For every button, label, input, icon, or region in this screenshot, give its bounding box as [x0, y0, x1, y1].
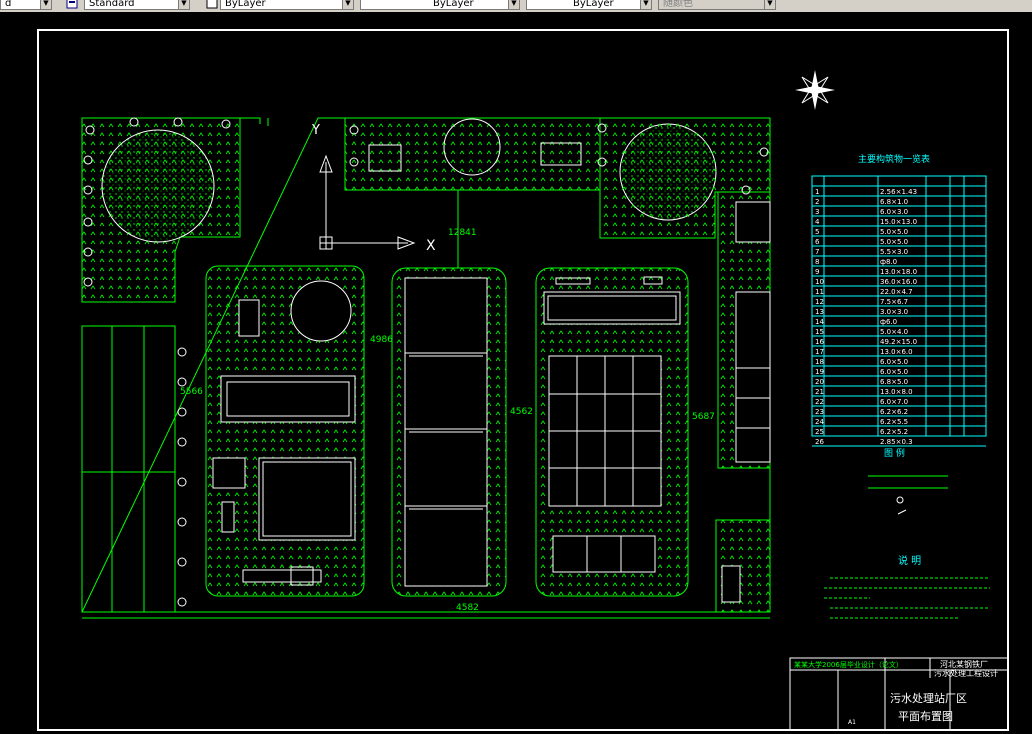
table-cell-size: 13.0×18.0	[880, 268, 917, 276]
table-cell-size: 5.0×4.0	[880, 328, 908, 336]
table-cell-no: 1	[815, 188, 819, 196]
site-plan	[81, 117, 771, 619]
table-cell-size: 6.2×6.2	[880, 408, 908, 416]
north-arrow-icon	[795, 70, 835, 110]
table-cell-size: 2.85×0.3	[880, 438, 913, 446]
table-cell-size: ф8.0	[880, 258, 897, 266]
table-cell-no: 12	[815, 298, 824, 306]
legend-title: 图 例	[884, 447, 905, 459]
table-cell-no: 26	[815, 438, 824, 446]
table-cell-no: 2	[815, 198, 819, 206]
table-cell-size: ф6.0	[880, 318, 897, 326]
dimension-label: 4986	[370, 335, 393, 345]
toolbar-field[interactable]: d ▼	[0, 0, 52, 10]
drawing-title1: 污水处理站厂区	[890, 691, 967, 705]
title-block: 某某大学2006届毕业设计（论文） 河北某钢铁厂 污水处理工程设计 污水处理站厂…	[789, 657, 1009, 731]
table-cell-size: 3.0×3.0	[880, 308, 908, 316]
table-cell-size: 6.8×5.0	[880, 378, 908, 386]
chevron-down-icon[interactable]: ▼	[178, 0, 189, 9]
table-cell-no: 7	[815, 248, 819, 256]
plot-style-select[interactable]: 随颜色 ▼	[658, 0, 776, 10]
plot-style-value: 随颜色	[663, 0, 693, 9]
table-cell-no: 14	[815, 318, 824, 326]
project-line2: 污水处理工程设计	[934, 668, 998, 678]
color-select-value: ByLayer	[225, 0, 266, 9]
text-style-value: Standard	[89, 0, 135, 9]
table-cell-no: 21	[815, 388, 824, 396]
chevron-down-icon[interactable]: ▼	[342, 0, 353, 9]
table-title: 主要构筑物一览表	[858, 153, 930, 165]
table-cell-size: 5.0×5.0	[880, 238, 908, 246]
table-cell-no: 9	[815, 268, 819, 276]
table-cell-size: 6.2×5.2	[880, 428, 908, 436]
notes: 说 明	[824, 554, 990, 619]
table-cell-no: 5	[815, 228, 819, 236]
table-cell-size: 6.0×7.0	[880, 398, 908, 406]
color-select[interactable]: ByLayer ▼	[220, 0, 354, 10]
table-cell-no: 11	[815, 288, 824, 296]
table-cell-no: 17	[815, 348, 824, 356]
table-cell-no: 23	[815, 408, 824, 416]
structures-table: 主要构筑物一览表 1 2.56×1.43 2 6.8×1.0 3 6.0×3.0 4 15.0…	[811, 153, 987, 447]
text-style-select[interactable]: Standard ▼	[84, 0, 190, 10]
table-cell-no: 3	[815, 208, 819, 216]
y-axis-label: Y	[311, 123, 320, 138]
table-cell-no: 24	[815, 418, 824, 426]
dimension-label: 5566	[180, 387, 203, 397]
table-cell-no: 4	[815, 218, 820, 226]
table-cell-size: 7.5×6.7	[880, 298, 908, 306]
table-cell-no: 20	[815, 378, 824, 386]
chevron-down-icon[interactable]: ▼	[764, 0, 775, 9]
table-cell-no: 13	[815, 308, 824, 316]
table-cell-no: 8	[815, 258, 819, 266]
table-cell-no: 19	[815, 368, 824, 376]
school-label: 某某大学2006届毕业设计（论文）	[794, 660, 903, 669]
table-cell-no: 16	[815, 338, 824, 346]
table-cell-no: 22	[815, 398, 824, 406]
chevron-down-icon[interactable]: ▼	[508, 0, 519, 9]
color-control-icon[interactable]	[206, 0, 218, 9]
x-axis-label: X	[426, 238, 436, 254]
table-cell-size: 5.5×3.0	[880, 248, 908, 256]
dimension-label: 4582	[456, 603, 479, 613]
text-style-icon[interactable]	[66, 0, 78, 9]
table-cell-size: 6.8×1.0	[880, 198, 908, 206]
legend: 图 例	[868, 447, 948, 515]
table-cell-size: 5.0×5.0	[880, 228, 908, 236]
table-cell-no: 15	[815, 328, 824, 336]
table-cell-size: 15.0×13.0	[880, 218, 917, 226]
dimension-label: 4562	[510, 407, 533, 417]
lineweight-select-value: ByLayer	[573, 0, 614, 9]
table-cell-no: 10	[815, 278, 824, 286]
table-cell-no: 18	[815, 358, 824, 366]
linetype-select-value: ByLayer	[433, 0, 474, 9]
linetype-select[interactable]: ByLayer ▼	[360, 0, 520, 10]
table-cell-no: 25	[815, 428, 824, 436]
lineweight-select[interactable]: ByLayer ▼	[526, 0, 652, 10]
table-cell-size: 6.0×5.0	[880, 358, 908, 366]
notes-title: 说 明	[898, 554, 921, 567]
table-cell-size: 49.2×15.0	[880, 338, 917, 346]
chevron-down-icon[interactable]: ▼	[640, 0, 651, 9]
table-cell-size: 6.0×3.0	[880, 208, 908, 216]
scale-tag: A1	[848, 719, 856, 726]
table-cell-size: 13.0×6.0	[880, 348, 913, 356]
table-cell-size: 2.56×1.43	[880, 188, 917, 196]
table-cell-size: 22.0×4.7	[880, 288, 913, 296]
table-cell-size: 6.0×5.0	[880, 368, 908, 376]
toolbar-field-text: d	[5, 0, 12, 9]
dimension-label: 12841	[448, 228, 477, 238]
cad-drawing[interactable]: Y X 12841 5566 4986 4562 5687 4582 主要构筑物…	[0, 12, 1032, 734]
drawing-title2: 平面布置图	[898, 710, 953, 723]
table-cell-size: 36.0×16.0	[880, 278, 917, 286]
dimension-label: 5687	[692, 412, 715, 422]
chevron-down-icon[interactable]: ▼	[40, 0, 51, 9]
table-cell-size: 6.2×5.5	[880, 418, 908, 426]
table-cell-size: 13.0×8.0	[880, 388, 913, 396]
table-cell-no: 6	[815, 238, 820, 246]
project-line1: 河北某钢铁厂	[940, 659, 988, 669]
